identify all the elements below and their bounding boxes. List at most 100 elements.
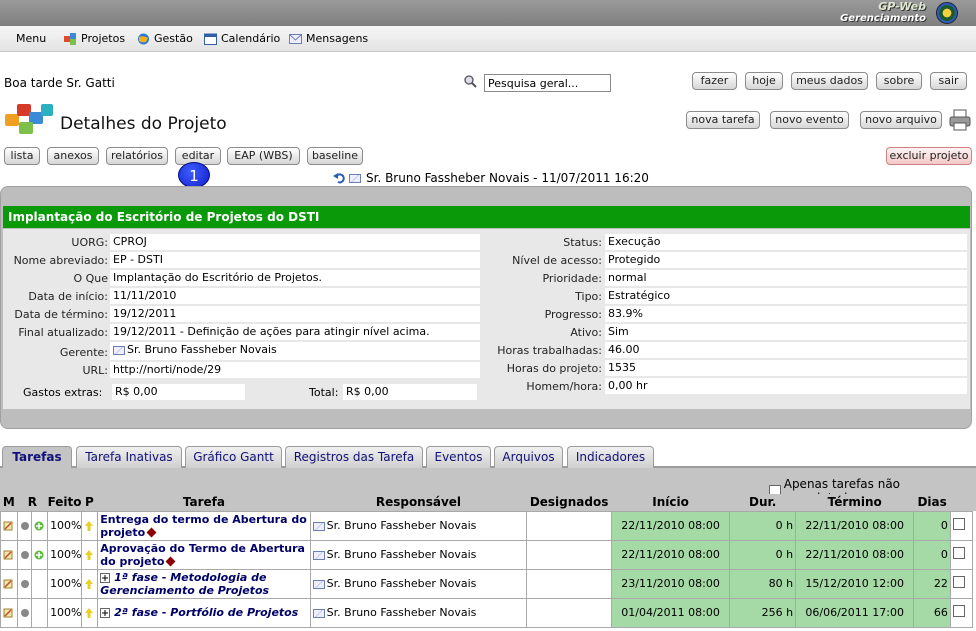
dur-cell: 80 h xyxy=(729,568,797,599)
tab-tarefa-inativas[interactable]: Tarefa Inativas xyxy=(76,446,182,468)
responsavel-name: Sr. Bruno Fassheber Novais xyxy=(326,548,477,561)
fazer-button[interactable]: fazer xyxy=(692,72,737,90)
dur-cell: 0 h xyxy=(729,539,797,570)
task-name[interactable]: Entrega do termo de Abertura do projeto xyxy=(100,513,307,539)
tab-registros[interactable]: Registros das Tarefa xyxy=(285,446,423,468)
dur-cell: 256 h xyxy=(729,597,797,628)
gerente-name: Sr. Bruno Fassheber Novais xyxy=(127,343,277,356)
row-checkbox[interactable] xyxy=(952,547,965,559)
col-responsavel[interactable]: Responsável xyxy=(310,494,527,511)
mail-icon[interactable] xyxy=(312,579,325,589)
col-p[interactable]: P xyxy=(81,494,98,511)
inicio-cell: 22/11/2010 08:00 xyxy=(610,539,731,570)
add-cell xyxy=(31,539,49,570)
tarefa-cell[interactable]: 1ª fase - Metodologia de Gerenciamento d… xyxy=(97,568,311,599)
puzzle-logo-icon xyxy=(5,104,53,134)
col-termino[interactable]: Término xyxy=(795,494,914,511)
sobre-button[interactable]: sobre xyxy=(876,72,922,90)
select-cell xyxy=(949,568,974,599)
task-name[interactable]: 1ª fase - Metodologia de Gerenciamento d… xyxy=(100,571,307,597)
col-designados[interactable]: Designados xyxy=(526,494,612,511)
url-value[interactable]: http://norti/node/29 xyxy=(110,362,480,378)
status-value: Execução xyxy=(605,234,967,250)
prioridade-value: normal xyxy=(605,270,967,286)
menu-bar: Menu Projetos Gestão Calendário Mensagen… xyxy=(0,26,976,52)
homem-hora-label: Homem/hora: xyxy=(526,380,602,393)
task-name[interactable]: 2ª fase - Portfólio de Projetos xyxy=(100,606,307,619)
add-circle-icon[interactable] xyxy=(34,550,44,560)
tarefa-cell[interactable]: Entrega do termo de Abertura do projeto xyxy=(97,510,311,541)
tab-arquivos[interactable]: Arquivos xyxy=(494,446,563,468)
mail-icon[interactable] xyxy=(312,550,325,560)
tab-indicadores[interactable]: Indicadores xyxy=(567,446,654,468)
col-inicio[interactable]: Início xyxy=(611,494,730,511)
status-label: Status: xyxy=(563,236,602,249)
add-cell xyxy=(31,597,49,628)
excluir-projeto-button[interactable]: excluir projeto xyxy=(886,147,972,165)
novo-evento-button[interactable]: novo evento xyxy=(770,111,849,129)
undo-arrow-icon[interactable] xyxy=(333,172,346,184)
eap-wbs-button[interactable]: EAP (WBS) xyxy=(227,147,300,165)
tipo-label: Tipo: xyxy=(575,290,602,303)
menu-item-projetos[interactable]: Projetos xyxy=(64,32,125,45)
select-cell xyxy=(949,510,974,541)
edit-cell xyxy=(0,568,18,599)
sair-button[interactable]: sair xyxy=(930,72,967,90)
pencil-icon[interactable] xyxy=(3,579,13,589)
data-inicio-value: 11/11/2010 xyxy=(110,288,480,304)
gastos-value: R$ 0,00 xyxy=(112,384,245,400)
prioridade-label: Prioridade: xyxy=(542,272,602,285)
pencil-icon[interactable] xyxy=(3,550,13,560)
tab-eventos[interactable]: Eventos xyxy=(426,446,491,468)
pencil-icon[interactable] xyxy=(3,608,13,618)
tarefa-cell[interactable]: Aprovação do Termo de Abertura do projet… xyxy=(97,539,311,570)
gray-dot-icon xyxy=(20,522,29,530)
mail-icon[interactable] xyxy=(312,521,325,531)
task-name[interactable]: Aprovação do Termo de Abertura do projet… xyxy=(100,542,307,568)
row-checkbox[interactable] xyxy=(952,576,965,588)
tab-tarefas[interactable]: Tarefas xyxy=(2,446,72,468)
nova-tarefa-button[interactable]: nova tarefa xyxy=(686,111,760,129)
menu-item-calendario[interactable]: Calendário xyxy=(204,32,280,45)
arrow-up-icon xyxy=(84,550,93,560)
pencil-icon[interactable] xyxy=(3,521,13,531)
relatorios-button[interactable]: relatórios xyxy=(106,147,168,165)
col-dur[interactable]: Dur. xyxy=(729,494,796,511)
seal-icon xyxy=(936,2,958,24)
printer-icon[interactable] xyxy=(948,108,972,132)
menu-item-gestao[interactable]: Gestão xyxy=(137,32,193,45)
designados-cell xyxy=(526,597,612,628)
total-label: Total: xyxy=(309,386,339,399)
row-checkbox[interactable] xyxy=(952,518,965,530)
novo-arquivo-button[interactable]: novo arquivo xyxy=(860,111,942,129)
globe-icon xyxy=(138,33,149,44)
search-input[interactable] xyxy=(484,74,611,92)
meus-dados-button[interactable]: meus dados xyxy=(791,72,868,90)
edit-cell xyxy=(0,510,18,541)
dias-cell: 66 xyxy=(913,597,951,628)
lista-button[interactable]: lista xyxy=(4,147,40,165)
tarefa-cell[interactable]: 2ª fase - Portfólio de Projetos xyxy=(97,597,311,628)
row-checkbox[interactable] xyxy=(952,605,965,617)
arrow-up-icon xyxy=(84,521,93,531)
col-dias[interactable]: Dias xyxy=(913,494,951,511)
mail-icon[interactable] xyxy=(349,173,361,183)
anexos-button[interactable]: anexos xyxy=(47,147,99,165)
menu-item-menu[interactable]: Menu xyxy=(16,32,46,45)
menu-item-mensagens[interactable]: Mensagens xyxy=(289,32,368,45)
ativo-value: Sim xyxy=(605,324,967,340)
hoje-button[interactable]: hoje xyxy=(745,72,783,90)
expand-icon[interactable] xyxy=(100,608,111,618)
mail-icon[interactable] xyxy=(113,345,125,355)
mail-icon[interactable] xyxy=(312,608,325,618)
expand-icon[interactable] xyxy=(100,572,111,583)
col-feito[interactable]: Feito xyxy=(47,494,82,511)
col-m[interactable]: M xyxy=(0,494,18,511)
col-tarefa[interactable]: Tarefa xyxy=(97,494,311,511)
add-circle-icon[interactable] xyxy=(34,521,44,531)
baseline-button[interactable]: baseline xyxy=(307,147,363,165)
search-icon[interactable] xyxy=(464,75,477,88)
col-r[interactable]: R xyxy=(17,494,48,511)
ativo-label: Ativo: xyxy=(570,326,602,339)
tab-grafico-gantt[interactable]: Gráfico Gantt xyxy=(185,446,282,468)
